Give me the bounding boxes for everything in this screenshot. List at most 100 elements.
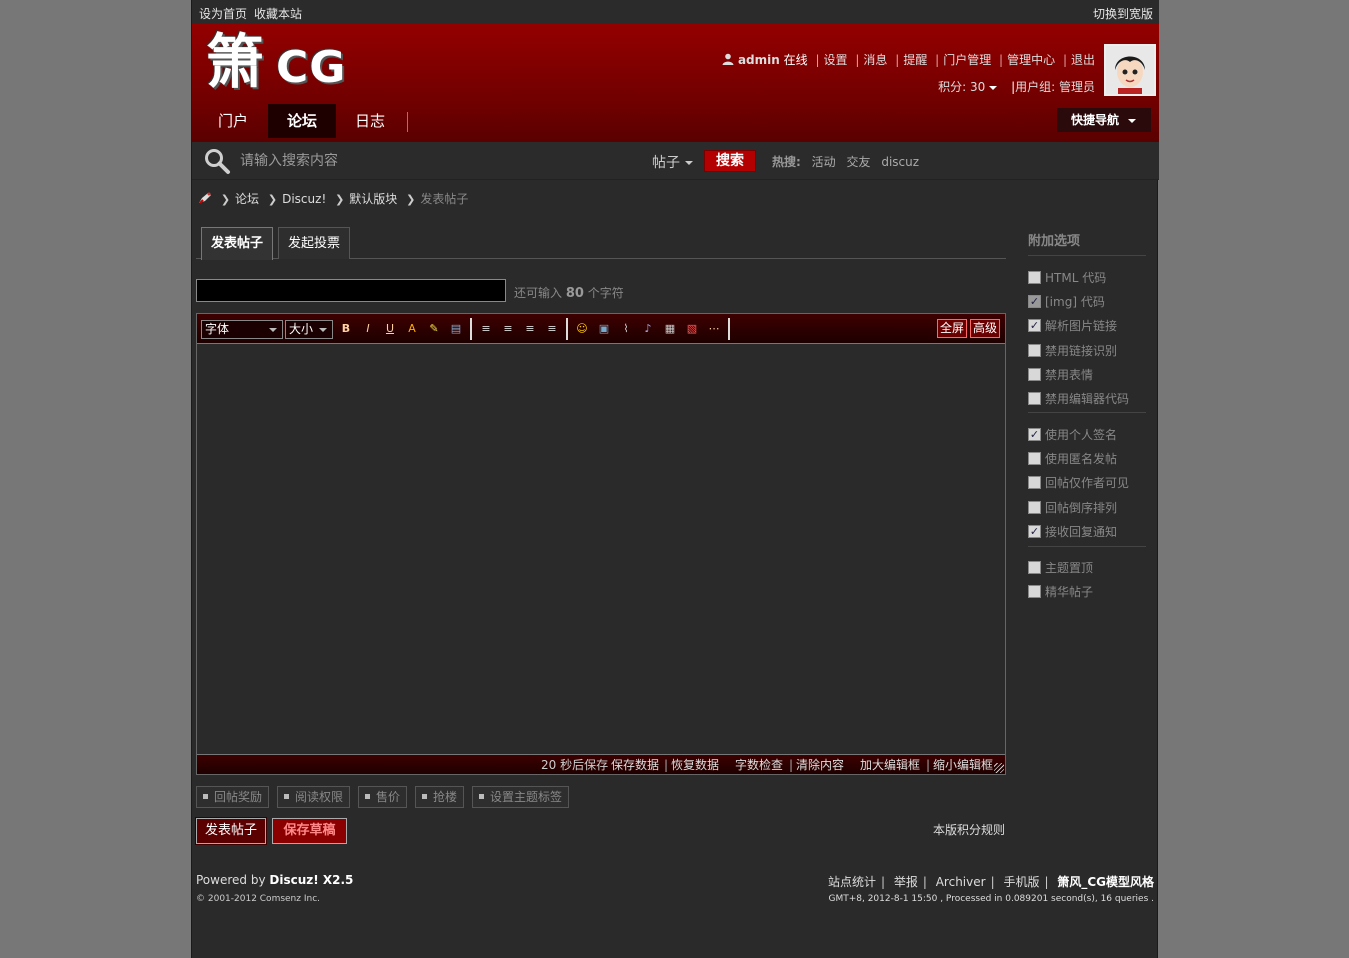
floor-grab-button[interactable]: 抢楼 [415,786,465,808]
option-checkbox[interactable] [1028,343,1041,357]
smiley-icon[interactable]: ☺ [574,321,590,337]
bold-icon[interactable]: B [338,321,354,337]
nav-portal[interactable]: 门户 [202,104,264,138]
option-checkbox[interactable] [1028,500,1041,514]
thread-title-input[interactable] [196,279,506,302]
avatar[interactable] [1104,44,1156,96]
save-data-link[interactable]: 保存数据 [611,755,659,775]
read-permission-button[interactable]: 阅读权限 [277,786,351,808]
image-icon[interactable]: ▣ [596,321,612,337]
breadcrumb-board[interactable]: 默认版块 [349,192,397,206]
usergroup-link[interactable]: 用户组: 管理员 [1015,80,1095,94]
logout-link[interactable]: 退出 [1071,53,1095,67]
option-label[interactable]: 禁用链接识别 [1045,344,1117,358]
underline-icon[interactable]: U [382,321,398,337]
credit-rules-link[interactable]: 本版积分规则 [933,821,1005,838]
resize-handle[interactable] [994,763,1004,773]
tab-new-poll[interactable]: 发起投票 [278,227,351,259]
option-checkbox[interactable] [1028,561,1041,574]
option-label[interactable]: 精华帖子 [1045,585,1093,599]
site-logo[interactable]: 箫 CG [206,30,346,100]
thread-tags-button[interactable]: 设置主题标签 [472,786,570,808]
attachment-icon[interactable]: ⌇ [618,321,634,337]
align-left-icon[interactable]: ≡ [478,321,494,337]
reply-reward-button[interactable]: 回帖奖励 [196,786,270,808]
option-label[interactable]: 使用匿名发帖 [1045,452,1117,466]
messages-link[interactable]: 消息 [863,53,887,67]
option-label[interactable]: 主题置顶 [1045,561,1093,575]
admin-center-link[interactable]: 管理中心 [1007,53,1055,67]
site-stats-link[interactable]: 站点统计 [828,875,876,889]
hot-word-link[interactable]: 交友 [846,155,870,169]
search-type-select[interactable]: 帖子 [652,152,693,172]
italic-icon[interactable]: I [360,321,376,337]
nav-blog[interactable]: 日志 [338,104,402,138]
archiver-link[interactable]: Archiver [936,875,986,889]
mobile-link[interactable]: 手机版 [1003,875,1039,889]
hot-word-link[interactable]: 活动 [812,155,836,169]
bookmark-link[interactable]: 收藏本站 [254,5,302,22]
breadcrumb-discuz[interactable]: Discuz! [282,192,326,206]
video-icon[interactable]: ▦ [662,321,678,337]
restore-data-link[interactable]: 恢复数据 [671,755,719,775]
option-checkbox[interactable] [1028,271,1041,284]
option-checkbox[interactable] [1028,476,1041,490]
option-label[interactable]: 禁用编辑器代码 [1045,392,1129,406]
align-right-icon[interactable]: ≡ [522,321,538,337]
portal-admin-link[interactable]: 门户管理 [943,53,991,67]
size-select[interactable]: 大小 [285,320,333,339]
font-select[interactable]: 字体 [201,320,283,339]
tab-new-thread[interactable]: 发表帖子 [201,227,274,260]
option-checkbox[interactable]: ✓ [1028,428,1041,441]
highlight-icon[interactable]: ✎ [426,321,442,337]
font-color-icon[interactable]: A [404,321,420,337]
submit-post-button[interactable]: 发表帖子 [195,817,267,845]
report-link[interactable]: 举报 [894,875,918,889]
advanced-button[interactable]: 高级 [970,319,1001,338]
flash-icon[interactable]: ▧ [684,321,700,337]
settings-link[interactable]: 设置 [824,53,848,67]
audio-icon[interactable]: ♪ [640,321,656,337]
breadcrumb-forum[interactable]: 论坛 [235,192,259,206]
clear-content-link[interactable]: 清除内容 [796,755,844,775]
fullscreen-button[interactable]: 全屏 [937,319,968,338]
option-label[interactable]: 回帖倒序排列 [1045,501,1117,515]
option-label[interactable]: HTML 代码 [1045,271,1106,285]
list-icon[interactable]: ≡ [544,321,560,337]
hot-word-link[interactable]: discuz [881,155,919,169]
home-icon[interactable] [198,191,212,205]
option-label[interactable]: 接收回复通知 [1045,525,1117,539]
username-link[interactable]: admin [738,53,780,67]
notifications-link[interactable]: 提醒 [903,53,927,67]
search-input[interactable] [240,149,630,173]
style-name-link[interactable]: 箫风_CG模型风格 [1057,875,1154,889]
align-center-icon[interactable]: ≡ [500,321,516,337]
option-checkbox[interactable] [1028,585,1041,599]
editor-textarea[interactable] [197,344,1005,754]
set-homepage-link[interactable]: 设为首页 [199,5,247,22]
more-tools-icon[interactable]: ⋯ [706,321,722,337]
option-checkbox[interactable] [1028,367,1041,381]
credits-dropdown[interactable]: 积分: 30 [938,80,998,94]
word-count-link[interactable]: 字数检查 [735,755,783,775]
option-label[interactable]: 解析图片链接 [1045,319,1117,333]
switch-wide-link[interactable]: 切换到宽版 [1093,5,1153,22]
discuz-link[interactable]: Discuz! X2.5 [269,873,353,887]
save-draft-button[interactable]: 保存草稿 [272,818,347,844]
option-checkbox[interactable]: ✓ [1028,319,1041,333]
option-label[interactable]: [img] 代码 [1045,295,1105,309]
option-checkbox[interactable] [1028,452,1041,466]
quick-nav-button[interactable]: 快捷导航 [1057,108,1151,132]
sidebar-divider [1028,546,1146,547]
option-checkbox[interactable]: ✓ [1028,524,1041,538]
search-button[interactable]: 搜索 [704,150,756,172]
option-label[interactable]: 回帖仅作者可见 [1045,476,1129,490]
option-label[interactable]: 使用个人签名 [1045,428,1117,442]
nav-forum[interactable]: 论坛 [268,104,336,138]
link-icon[interactable]: ▤ [448,321,464,337]
enlarge-editor-link[interactable]: 加大编辑框 [860,755,920,775]
shrink-editor-link[interactable]: 缩小编辑框 [933,755,993,775]
option-label[interactable]: 禁用表情 [1045,368,1093,382]
price-button[interactable]: 售价 [358,786,408,808]
option-checkbox[interactable] [1028,392,1041,405]
